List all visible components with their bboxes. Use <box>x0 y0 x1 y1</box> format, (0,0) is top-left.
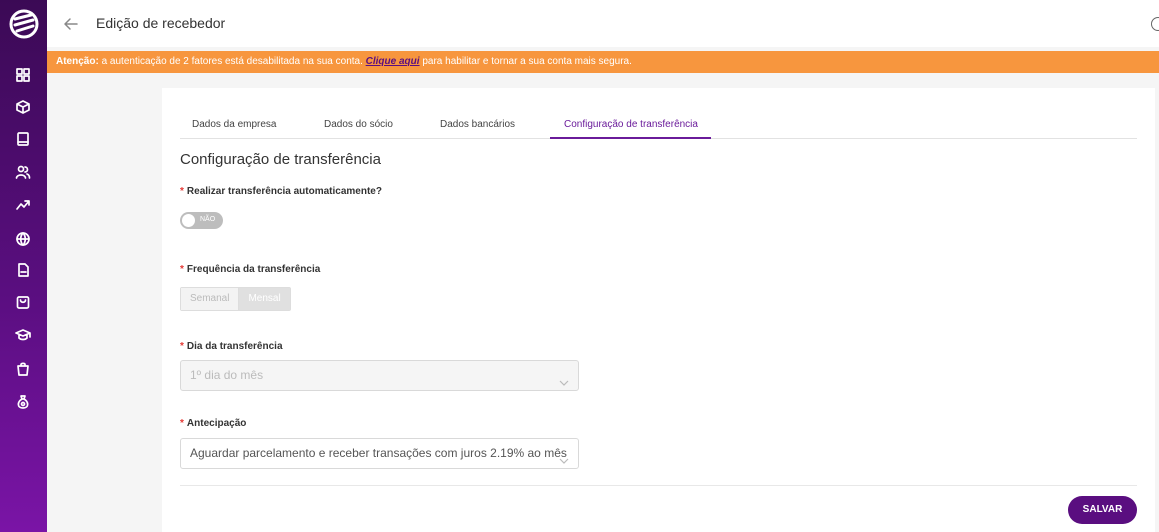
sidebar <box>0 0 47 532</box>
tab-bank-data[interactable]: Dados bancários <box>440 119 515 130</box>
transfer-day-select[interactable]: 1º dia do mês <box>180 360 579 391</box>
form-card: Dados da empresa Dados do sócio Dados ba… <box>162 88 1155 532</box>
header: Edição de recebedor <box>47 0 1159 47</box>
anticipation-label: * Antecipação <box>180 418 247 429</box>
graduation-cap-icon[interactable] <box>13 325 33 345</box>
globe-icon[interactable] <box>13 229 33 249</box>
tab-company-data[interactable]: Dados da empresa <box>192 119 277 130</box>
required-mark: * <box>180 264 184 275</box>
required-mark: * <box>180 186 184 197</box>
shopping-bag-icon[interactable] <box>13 292 33 312</box>
toggle-text: NÃO <box>200 216 216 223</box>
help-icon[interactable] <box>1151 17 1159 31</box>
auto-transfer-label: * Realizar transferência automaticamente? <box>180 186 382 197</box>
toggle-knob <box>182 214 195 227</box>
frequency-label: * Frequência da transferência <box>180 264 321 275</box>
two-factor-warning-banner: Atenção: a autenticação de 2 fatores est… <box>47 51 1159 73</box>
banner-suffix: para habilitar e tornar a sua conta mais… <box>419 56 632 67</box>
box-icon[interactable] <box>13 97 33 117</box>
active-tab-indicator <box>550 137 711 139</box>
frequency-option-weekly[interactable]: Semanal <box>181 288 239 310</box>
page-title: Edição de recebedor <box>96 15 226 31</box>
chevron-down-icon <box>559 370 569 386</box>
required-mark: * <box>180 341 184 352</box>
save-button[interactable]: SALVAR <box>1068 496 1137 524</box>
dashboard-icon[interactable] <box>13 65 33 85</box>
anticipation-select[interactable]: Aguardar parcelamento e receber transaçõ… <box>180 438 579 469</box>
app-logo[interactable] <box>9 9 39 39</box>
transfer-day-value: 1º dia do mês <box>190 368 264 382</box>
enable-2fa-link[interactable]: Clique aqui <box>366 56 420 67</box>
section-title: Configuração de transferência <box>180 151 381 168</box>
tab-transfer-config[interactable]: Configuração de transferência <box>564 119 698 130</box>
chevron-down-icon <box>559 448 569 464</box>
banner-prefix: Atenção: <box>56 56 99 67</box>
trend-icon[interactable] <box>13 195 33 215</box>
bag-icon[interactable] <box>13 359 33 379</box>
anticipation-value: Aguardar parcelamento e receber transaçõ… <box>190 446 567 460</box>
back-arrow-icon[interactable] <box>62 15 80 33</box>
auto-transfer-toggle[interactable]: NÃO <box>180 212 223 229</box>
users-icon[interactable] <box>13 162 33 182</box>
required-mark: * <box>180 418 184 429</box>
money-bag-icon[interactable] <box>13 392 33 412</box>
book-icon[interactable] <box>13 129 33 149</box>
tab-partner-data[interactable]: Dados do sócio <box>324 119 393 130</box>
divider <box>180 485 1137 486</box>
tab-bar: Dados da empresa Dados do sócio Dados ba… <box>180 110 1137 139</box>
frequency-option-monthly[interactable]: Mensal <box>238 288 290 310</box>
document-icon[interactable] <box>13 260 33 280</box>
frequency-selector: Semanal Mensal <box>180 287 291 311</box>
transfer-day-label: * Dia da transferência <box>180 341 283 352</box>
banner-message: a autenticação de 2 fatores está desabil… <box>98 56 366 67</box>
